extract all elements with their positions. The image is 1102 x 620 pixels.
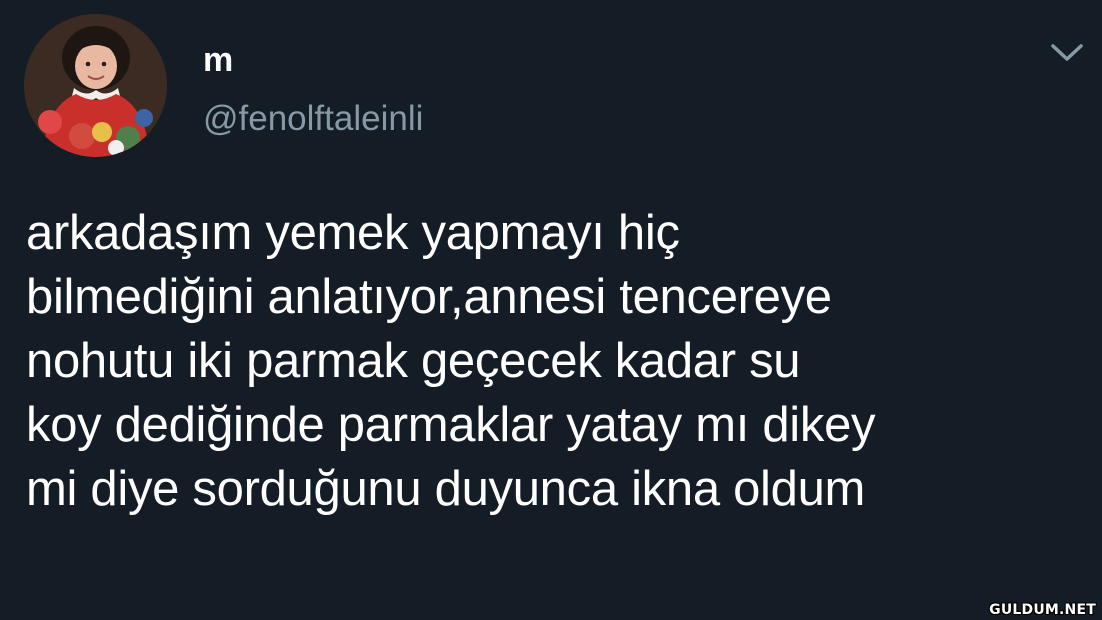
display-name[interactable]: m <box>203 40 233 80</box>
user-handle[interactable]: @fenolftaleinli <box>203 97 423 141</box>
chevron-down-icon[interactable] <box>1050 42 1084 64</box>
watermark: GULDUM.NET <box>989 602 1096 618</box>
avatar-image <box>24 14 167 157</box>
tweet-card: m @fenolftaleinli arkadaşım yemek yapmay… <box>0 0 1102 620</box>
avatar[interactable] <box>24 14 167 157</box>
tweet-text: arkadaşım yemek yapmayı hiç bilmediğini … <box>26 206 876 516</box>
